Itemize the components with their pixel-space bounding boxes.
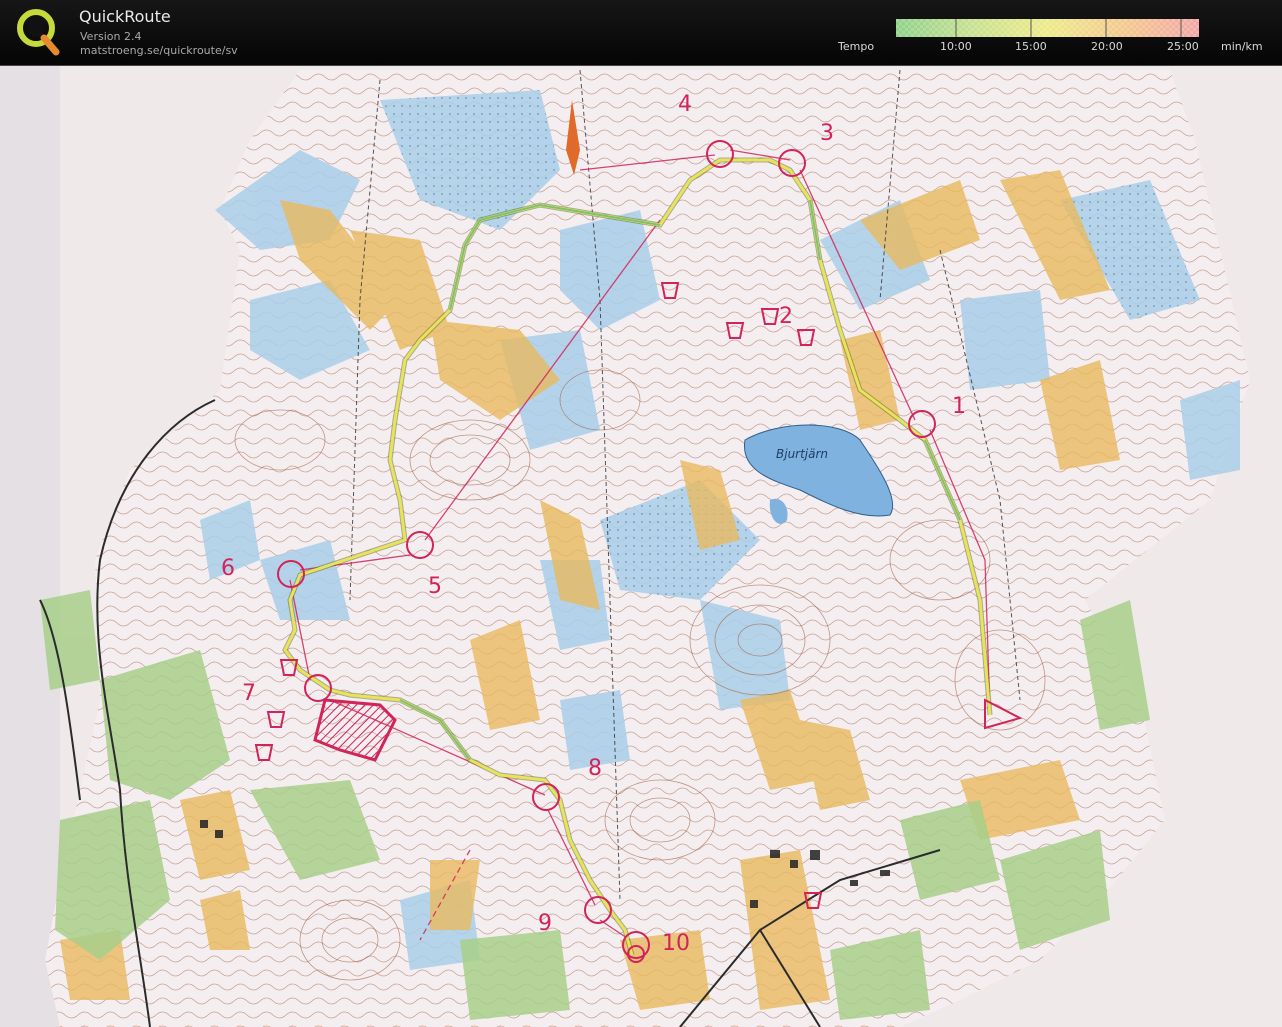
tempo-unit-label: min/km xyxy=(1221,40,1263,53)
control-number-10: 10 xyxy=(662,931,690,956)
control-number-3: 3 xyxy=(820,121,834,146)
tempo-color-scale xyxy=(896,19,1199,37)
control-number-1: 1 xyxy=(952,394,966,419)
tempo-tick-20: 20:00 xyxy=(1091,40,1123,53)
header-bar: QuickRoute Version 2.4 matstroeng.se/qui… xyxy=(0,0,1282,66)
tempo-label: Tempo xyxy=(838,40,875,53)
app-url: matstroeng.se/quickroute/sv xyxy=(80,44,238,57)
tempo-tick-10: 10:00 xyxy=(940,40,972,53)
lake-name: Bjurtjärn xyxy=(776,447,828,461)
paper-shade-left xyxy=(0,66,60,1027)
quickroute-window: QuickRoute Version 2.4 matstroeng.se/qui… xyxy=(0,0,1282,1027)
control-number-8: 8 xyxy=(588,756,602,781)
control-number-6: 6 xyxy=(221,556,235,581)
control-number-9: 9 xyxy=(538,911,552,936)
app-version: Version 2.4 xyxy=(80,30,142,43)
control-number-7: 7 xyxy=(242,681,256,706)
control-number-4: 4 xyxy=(678,92,692,117)
app-title: QuickRoute xyxy=(79,7,171,26)
control-number-5: 5 xyxy=(428,574,442,599)
tempo-tick-25: 25:00 xyxy=(1167,40,1199,53)
quickroute-logo-icon xyxy=(17,9,60,56)
orienteering-map[interactable]: Bjurtjärn 1 2 3 4 5 6 7 8 9 10 xyxy=(0,66,1282,1027)
tempo-tick-15: 15:00 xyxy=(1015,40,1047,53)
control-number-2: 2 xyxy=(779,304,793,329)
